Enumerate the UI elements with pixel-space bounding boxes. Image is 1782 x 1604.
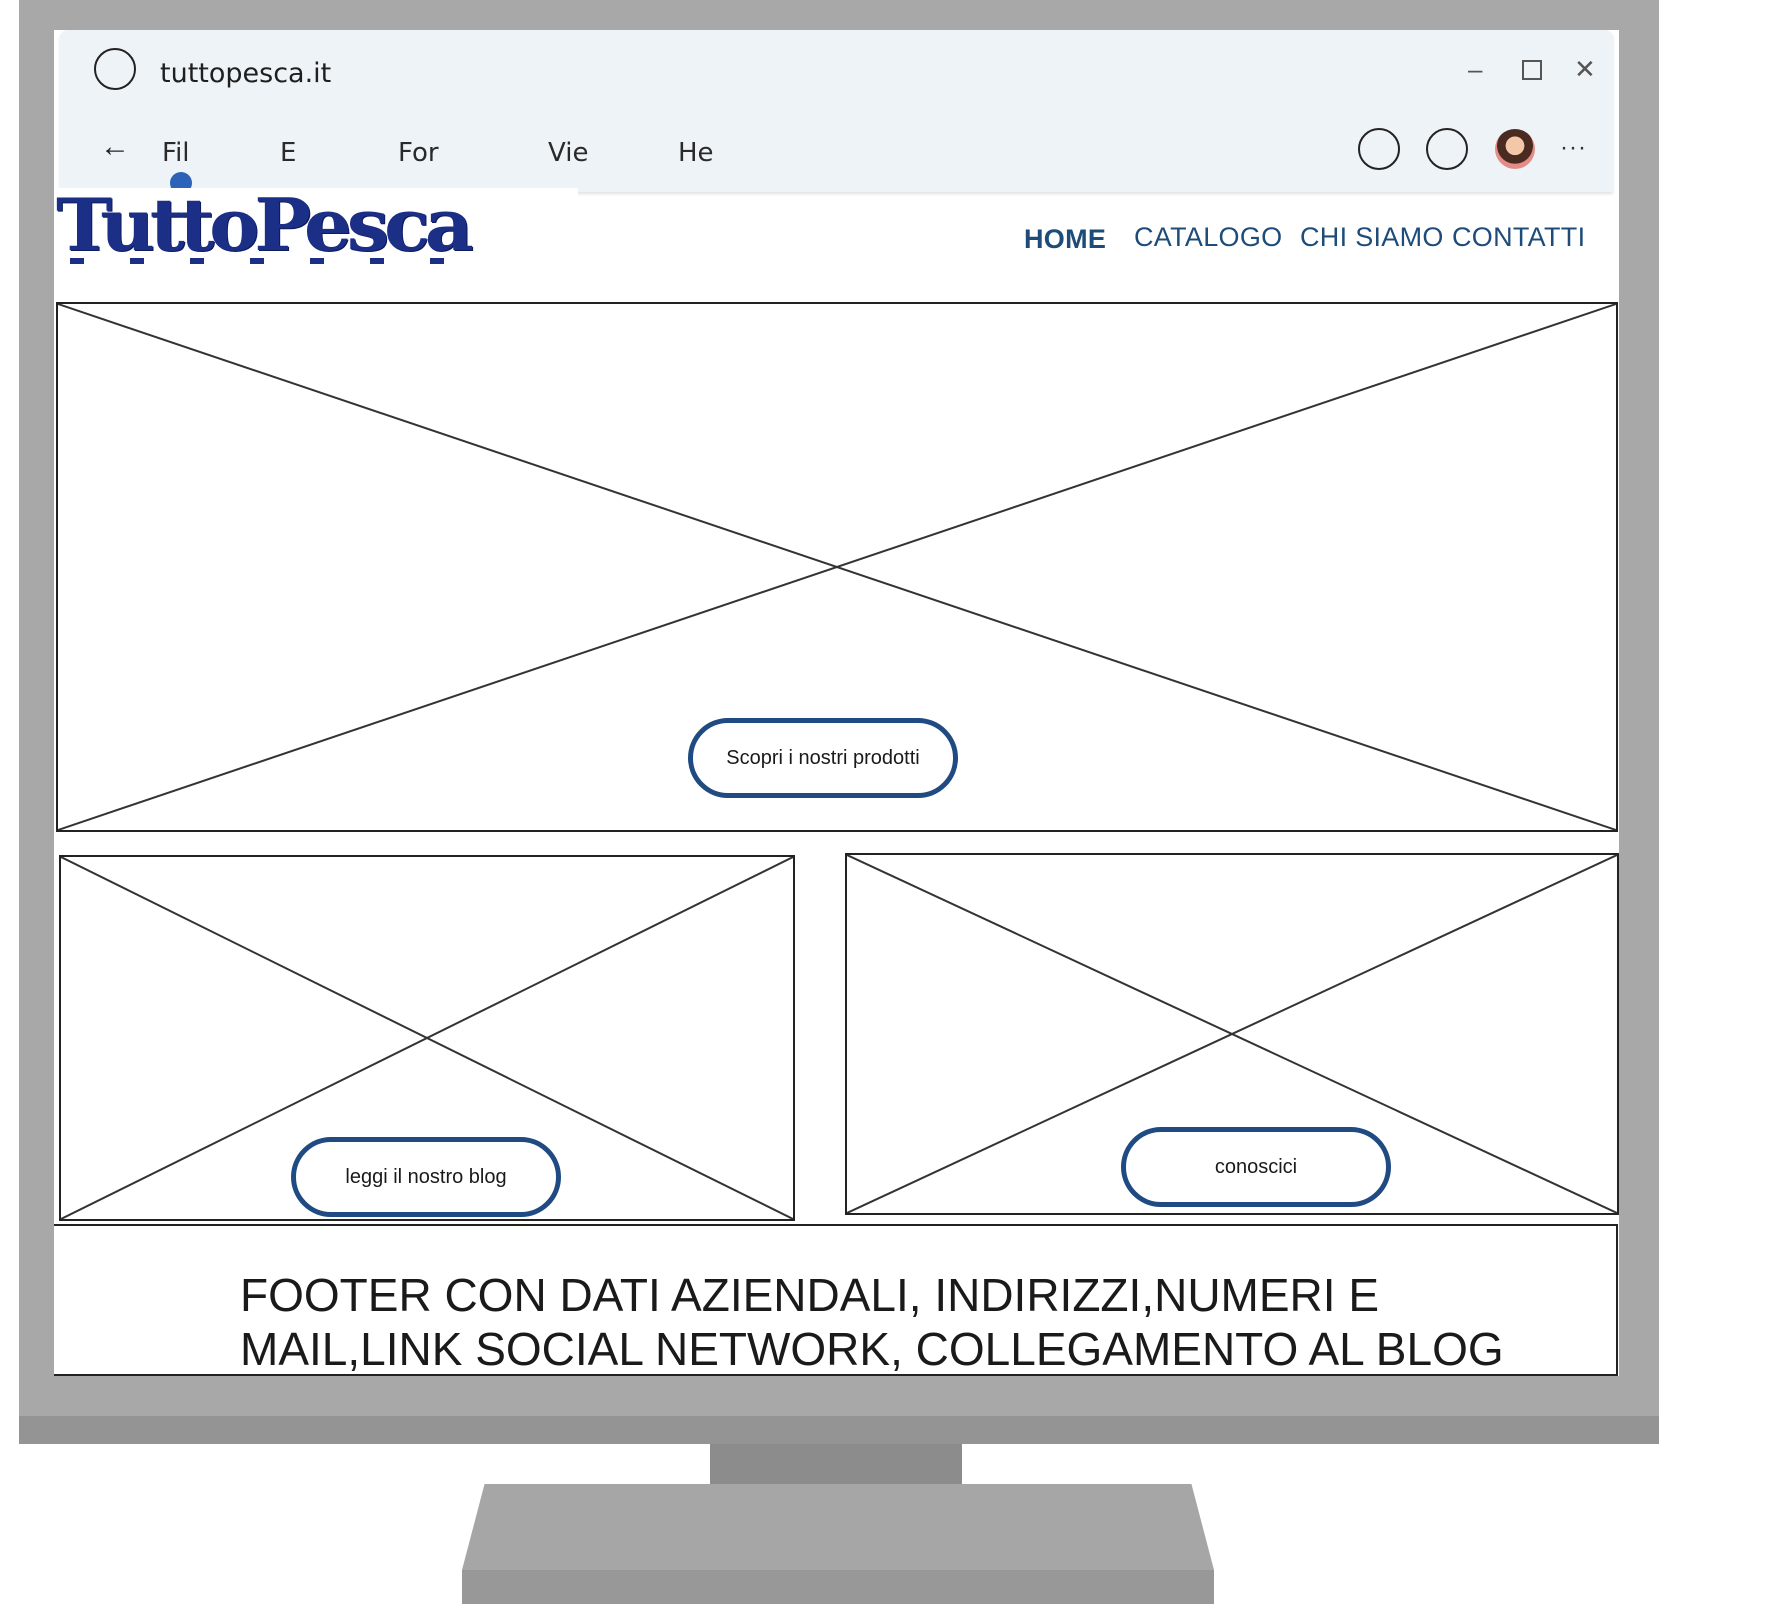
toolbar-button-icon[interactable] — [1358, 128, 1400, 170]
about-image-placeholder: conoscici — [845, 853, 1619, 1215]
nav-contatti[interactable]: CONTATTI — [1452, 222, 1585, 253]
window-title: tuttopesca.it — [160, 58, 332, 89]
browser-app-icon — [94, 48, 136, 90]
screen: tuttopesca.it – ✕ ← Fil E For Vie He ···… — [54, 30, 1619, 1376]
footer: FOOTER CON DATI AZIENDALI, INDIRIZZI,NUM… — [54, 1224, 1618, 1376]
blog-image-placeholder: leggi il nostro blog — [59, 855, 795, 1221]
close-icon[interactable]: ✕ — [1574, 56, 1596, 82]
logo-text: TuttoPesca — [56, 188, 474, 267]
nav-home[interactable]: HOME — [1024, 224, 1106, 255]
minimize-icon[interactable]: – — [1468, 56, 1482, 82]
hero-image-placeholder: Scopri i nostri prodotti — [56, 302, 1618, 832]
blog-button[interactable]: leggi il nostro blog — [291, 1137, 561, 1217]
menu-file[interactable]: Fil — [162, 138, 190, 164]
footer-text: FOOTER CON DATI AZIENDALI, INDIRIZZI,NUM… — [240, 1269, 1504, 1375]
toolbar-button-icon[interactable] — [1426, 128, 1468, 170]
maximize-icon[interactable] — [1522, 60, 1542, 80]
browser-chrome: tuttopesca.it – ✕ ← Fil E For Vie He ··· — [60, 30, 1613, 194]
avatar[interactable] — [1495, 129, 1535, 169]
site-logo[interactable]: TuttoPesca — [54, 188, 578, 270]
nav-catalogo[interactable]: CATALOGO — [1134, 222, 1282, 253]
about-button[interactable]: conoscici — [1121, 1127, 1391, 1207]
monitor-stand-foot — [462, 1570, 1214, 1604]
menu-format[interactable]: For — [398, 138, 439, 164]
monitor-stand-base — [462, 1484, 1214, 1570]
menu-edit[interactable]: E — [280, 138, 296, 164]
more-options-icon[interactable]: ··· — [1560, 134, 1587, 162]
menu-view[interactable]: Vie — [548, 138, 588, 164]
nav-chi-siamo[interactable]: CHI SIAMO — [1300, 222, 1444, 253]
back-arrow-icon[interactable]: ← — [100, 130, 130, 164]
logo-tagline-fragment — [70, 258, 490, 264]
menu-help[interactable]: He — [678, 138, 714, 164]
monitor-chin — [19, 1416, 1659, 1444]
hero-cta-button[interactable]: Scopri i nostri prodotti — [688, 718, 958, 798]
